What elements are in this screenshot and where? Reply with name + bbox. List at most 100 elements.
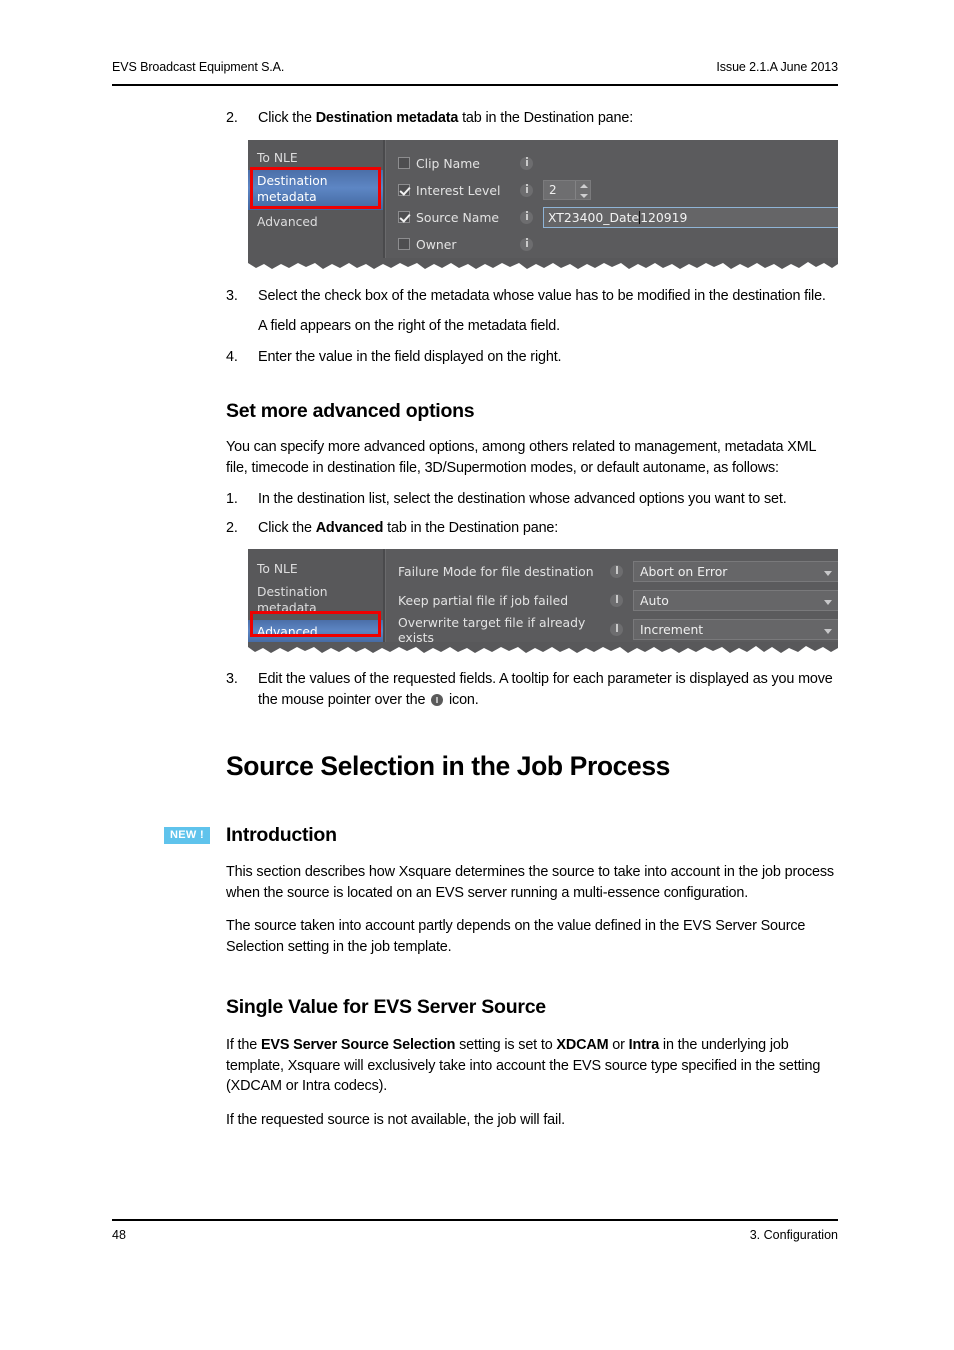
metadata-label: Interest Level bbox=[416, 182, 501, 198]
advanced-row: Failure Mode for file destination Abort … bbox=[398, 557, 838, 586]
list-text: Enter the value in the field displayed o… bbox=[258, 348, 562, 365]
failure-mode-value: Abort on Error bbox=[640, 564, 728, 579]
info-icon[interactable] bbox=[610, 565, 623, 578]
document-page: EVS Broadcast Equipment S.A. Issue 2.1.A… bbox=[0, 0, 954, 1350]
advanced-row: Overwrite target file if already exists … bbox=[398, 614, 838, 645]
chevron-down-icon bbox=[824, 571, 832, 576]
info-icon[interactable] bbox=[520, 156, 533, 170]
text-bold: XDCAM bbox=[556, 1037, 609, 1053]
source-name-input[interactable]: XT23400_Date120919 bbox=[543, 206, 838, 228]
metadata-label: Source Name bbox=[416, 209, 500, 225]
footer-chapter: 3. Configuration bbox=[749, 1228, 838, 1242]
tab-destination-metadata-label: Destination metadata bbox=[257, 585, 328, 615]
info-icon[interactable] bbox=[610, 623, 623, 636]
checkbox-clip-name[interactable] bbox=[398, 157, 410, 169]
advanced-row: Keep partial file if job failed Auto bbox=[398, 586, 838, 615]
text-bold: Destination metadata bbox=[315, 110, 459, 126]
info-icon[interactable] bbox=[610, 594, 623, 607]
source-name-value-after: 120919 bbox=[640, 209, 688, 225]
text-run: Click the bbox=[258, 519, 316, 536]
advanced-label: Failure Mode for file destination bbox=[398, 564, 594, 579]
text-run: tab in the Destination pane: bbox=[383, 519, 559, 536]
checkbox-source-name[interactable] bbox=[398, 211, 410, 223]
list-text: Click the Destination metadata tab in th… bbox=[258, 110, 633, 126]
advanced-fields-pane: Failure Mode for file destination Abort … bbox=[385, 549, 838, 645]
page-content: 2. Click the Destination metadata tab in… bbox=[164, 108, 840, 1130]
chevron-down-icon bbox=[824, 629, 832, 634]
text-bold: EVS Server Source Selection bbox=[260, 1037, 456, 1053]
interest-level-stepper[interactable]: 2 bbox=[543, 180, 591, 200]
metadata-fields-pane: Clip Name Interest Level 2 Source Name X… bbox=[385, 139, 838, 258]
keep-partial-file-value: Auto bbox=[640, 593, 669, 608]
introduction-paragraph-1: This section describes how Xsquare deter… bbox=[226, 864, 834, 901]
tab-to-nle[interactable]: To NLE bbox=[248, 557, 383, 581]
text-run: tab in the Destination pane: bbox=[458, 110, 634, 126]
list-item: 2. Click the Destination metadata tab in… bbox=[226, 108, 840, 129]
page-header: EVS Broadcast Equipment S.A. Issue 2.1.A… bbox=[112, 60, 838, 86]
page-title: Source Selection in the Job Process bbox=[226, 751, 671, 781]
info-icon[interactable] bbox=[520, 237, 533, 251]
text-bold: Intra bbox=[628, 1037, 660, 1053]
text-run: Click the bbox=[258, 110, 316, 126]
header-issue: Issue 2.1.A June 2013 bbox=[716, 60, 838, 74]
source-name-value-before: XT23400_Date bbox=[548, 209, 640, 225]
metadata-label: Clip Name bbox=[416, 155, 480, 171]
info-icon[interactable] bbox=[520, 210, 533, 224]
metadata-row: Source Name XT23400_Date120919 bbox=[398, 204, 838, 231]
advanced-label: Overwrite target file if already exists bbox=[398, 614, 586, 645]
tab-to-nle[interactable]: To NLE bbox=[248, 146, 383, 170]
metadata-row: Interest Level 2 bbox=[398, 177, 838, 204]
tab-advanced[interactable]: Advanced bbox=[248, 620, 383, 644]
list-number: 3. bbox=[226, 671, 238, 687]
screenshot-advanced: To NLE Destination metadata Advanced Fail… bbox=[248, 549, 838, 656]
list-item: 2. Click the Advanced tab in the Destina… bbox=[226, 518, 840, 539]
stepper-up-icon[interactable] bbox=[576, 181, 590, 190]
tab-advanced[interactable]: Advanced bbox=[248, 210, 383, 234]
text-run: Edit the values of the requested fields.… bbox=[258, 671, 833, 708]
tab-destination-metadata[interactable]: Destination metadata bbox=[248, 169, 383, 210]
list-text: Select the check box of the metadata who… bbox=[258, 287, 826, 304]
tab-destination-metadata-label: Destination metadata bbox=[257, 173, 328, 204]
tab-destination-metadata[interactable]: Destination metadata bbox=[248, 581, 383, 620]
single-value-paragraph-1: If the EVS Server Source Selection setti… bbox=[226, 1035, 840, 1097]
footer-rule bbox=[112, 1219, 838, 1221]
introduction-heading-block: NEW ! Introduction bbox=[164, 822, 840, 848]
destination-tabs-sidebar: To NLE Destination metadata Advanced bbox=[248, 549, 385, 644]
info-icon bbox=[431, 693, 444, 706]
header-rule bbox=[112, 84, 838, 86]
checkbox-owner[interactable] bbox=[398, 238, 410, 250]
text-run: setting is set to bbox=[455, 1037, 557, 1053]
stepper-buttons[interactable] bbox=[575, 181, 590, 199]
screenshot-body: To NLE Destination metadata Advanced Clip… bbox=[248, 139, 838, 258]
list-text: In the destination list, select the dest… bbox=[258, 491, 787, 507]
list-item: 4. Enter the value in the field displaye… bbox=[226, 347, 840, 368]
text-run: If the bbox=[226, 1037, 261, 1053]
info-icon[interactable] bbox=[520, 183, 533, 197]
text-bold: Advanced bbox=[315, 519, 384, 536]
header-company: EVS Broadcast Equipment S.A. bbox=[112, 60, 285, 74]
overwrite-target-value: Increment bbox=[640, 622, 704, 637]
list-text: Edit the values of the requested fields.… bbox=[258, 671, 833, 708]
screenshot-body: To NLE Destination metadata Advanced Fail… bbox=[248, 549, 838, 645]
interest-level-value: 2 bbox=[549, 183, 557, 197]
overwrite-target-dropdown[interactable]: Increment bbox=[633, 619, 838, 640]
torn-edge bbox=[248, 642, 838, 656]
list-number: 1. bbox=[226, 491, 238, 507]
list-text: Click the Advanced tab in the Destinatio… bbox=[258, 520, 558, 536]
list-number: 4. bbox=[226, 348, 238, 365]
section-heading-introduction: Introduction bbox=[226, 824, 337, 846]
list-item: 3. Edit the values of the requested fiel… bbox=[226, 669, 840, 710]
introduction-paragraph-2: The source taken into account partly dep… bbox=[226, 918, 806, 955]
list-number: 2. bbox=[226, 110, 238, 126]
failure-mode-dropdown[interactable]: Abort on Error bbox=[633, 561, 838, 582]
section-heading-advanced-options: Set more advanced options bbox=[226, 400, 475, 422]
keep-partial-file-dropdown[interactable]: Auto bbox=[633, 590, 838, 611]
new-badge: NEW ! bbox=[164, 827, 210, 844]
stepper-down-icon[interactable] bbox=[576, 190, 590, 199]
advanced-intro-paragraph: You can specify more advanced options, a… bbox=[226, 439, 816, 476]
section-heading-single-value: Single Value for EVS Server Source bbox=[226, 996, 546, 1018]
chevron-down-icon bbox=[824, 600, 832, 605]
page-footer: 48 3. Configuration bbox=[112, 1219, 838, 1242]
advanced-label: Keep partial file if job failed bbox=[398, 593, 569, 608]
checkbox-interest-level[interactable] bbox=[398, 184, 410, 196]
